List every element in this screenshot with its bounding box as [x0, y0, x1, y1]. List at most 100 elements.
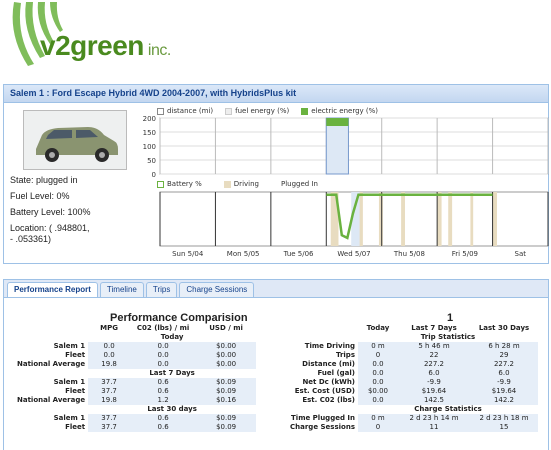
row-label: Time Driving — [304, 342, 355, 350]
charge-section-row: Charge Statistics — [280, 405, 538, 414]
driving-band — [470, 192, 474, 246]
cell-value: 0.6 — [130, 378, 197, 387]
perf-header-usd: USD / mi — [209, 324, 243, 332]
driving-band — [492, 192, 498, 246]
cell-value: $0.00 — [196, 351, 257, 360]
tab-performance-report[interactable]: Performance Report — [7, 282, 98, 297]
cell-value: 142.5 — [398, 396, 470, 405]
perf-table-row: Salem 1 37.7 0.6 $0.09 — [14, 414, 257, 423]
suv-image — [24, 111, 126, 169]
cell-value: 37.7 — [88, 387, 131, 396]
location-text: Location: ( .948801, - .053361) — [10, 223, 140, 245]
vehicle-info: State: plugged in Fuel Level: 0% Battery… — [10, 175, 140, 251]
state-text: State: plugged in — [10, 175, 78, 185]
bar-y-tick: 200 — [143, 115, 156, 123]
cell-value: 6.0 — [398, 369, 470, 378]
row-label: Est. C02 (lbs) — [302, 396, 355, 404]
section-label: Trip Statistics — [420, 333, 476, 341]
driving-band — [448, 192, 453, 246]
perf-section-row: Last 7 Days — [14, 369, 256, 378]
perf-header-mpg: MPG — [100, 324, 119, 332]
cell-value: 37.7 — [88, 414, 131, 423]
cell-value: $19.64 — [470, 387, 538, 396]
row-label: Net Dc (kWh) — [302, 378, 355, 386]
bar-y-tick: 0 — [152, 171, 156, 179]
trip-header-7days: Last 7 Days — [411, 324, 457, 332]
cell-value: 6.0 — [470, 369, 538, 378]
cell-value: 0.6 — [130, 414, 197, 423]
perf-header-row: MPG C02 (lbs) / mi USD / mi — [14, 324, 256, 333]
location-line1: Location: ( .948801, — [10, 223, 90, 233]
x-axis-label: Sat — [515, 250, 527, 258]
cell-value: 0.0 — [130, 342, 197, 351]
x-axis-label: Tue 5/06 — [283, 250, 314, 258]
cell-value: 19.8 — [88, 360, 131, 369]
cell-value: $19.64 — [398, 387, 470, 396]
fuel-level-text: Fuel Level: 0% — [10, 191, 70, 201]
bar-y-tick: 150 — [143, 129, 156, 137]
trip-table-row: Trips 0 22 29 — [280, 351, 538, 360]
cell-value: $0.09 — [196, 387, 257, 396]
cell-value: 29 — [470, 351, 538, 360]
perf-table-row: National Average 19.8 1.2 $0.16 — [14, 396, 257, 405]
cell-value: 227.2 — [470, 360, 538, 369]
cell-value: 0.6 — [130, 423, 197, 432]
perf-section-row: Last 30 days — [14, 405, 256, 414]
x-axis-label: Sun 5/04 — [172, 250, 204, 258]
page: v2green inc. Salem 1 : Ford Escape Hybrid… — [0, 0, 551, 450]
tab-timeline[interactable]: Timeline — [99, 282, 144, 297]
report-tabs: Performance Report Timeline Trips Charge… — [4, 280, 548, 298]
perf-table-row: Salem 1 0.0 0.0 $0.00 — [14, 342, 257, 351]
vehicle-photo — [23, 110, 127, 170]
perf-section-row: Today — [14, 333, 256, 342]
cell-value: $0.16 — [196, 396, 257, 405]
cell-value: $0.00 — [196, 342, 257, 351]
energy-bar-chart: 200 150 100 50 0 — [143, 115, 549, 179]
tab-charge-sessions[interactable]: Charge Sessions — [179, 282, 255, 297]
logo[interactable]: v2green inc. — [0, 0, 551, 80]
trip-header-today: Today — [366, 324, 390, 332]
perf-table-row: Fleet 0.0 0.0 $0.00 — [14, 351, 257, 360]
logo-brand-text: v2green — [40, 30, 144, 61]
trip-number: 1 — [447, 312, 454, 324]
section-label: Last 30 days — [147, 405, 197, 413]
perf-table-row: Salem 1 37.7 0.6 $0.09 — [14, 378, 257, 387]
vehicle-title: Salem 1 : Ford Escape Hybrid 4WD 2004-20… — [4, 85, 548, 103]
bar-y-tick: 50 — [147, 157, 156, 165]
tab-trips[interactable]: Trips — [145, 282, 178, 297]
cell-value: $0.00 — [358, 387, 398, 396]
row-label: National Average — [17, 360, 86, 368]
trip-table-row: Distance (mi) 0.0 227.2 227.2 — [280, 360, 538, 369]
perf-header-co2: C02 (lbs) / mi — [136, 324, 190, 332]
cell-value: $0.09 — [196, 378, 257, 387]
cell-value: 0 — [358, 351, 398, 360]
perf-table-row: Fleet 37.7 0.6 $0.09 — [14, 387, 257, 396]
row-label: Time Plugged In — [291, 414, 355, 422]
section-label: Last 7 Days — [149, 369, 195, 377]
driving-band — [401, 192, 405, 246]
performance-table: MPG C02 (lbs) / mi USD / mi Today Salem 1… — [14, 324, 257, 432]
performance-panel: Performance Report Timeline Trips Charge… — [3, 279, 549, 450]
row-label: Fleet — [65, 423, 86, 431]
driving-band — [378, 192, 383, 246]
trip-header-row: Today Last 7 Days Last 30 Days — [280, 324, 538, 333]
cell-value: 37.7 — [88, 378, 131, 387]
row-label: Trips — [335, 351, 355, 359]
logo-suffix: inc. — [147, 42, 171, 59]
cell-value: 2 d 23 h 18 m — [470, 414, 538, 423]
x-axis-label: Fri 5/09 — [452, 250, 478, 258]
section-label: Charge Statistics — [414, 405, 482, 413]
location-line2: - .053361) — [10, 234, 52, 244]
logo-brand: v2green inc. — [40, 30, 171, 62]
cell-value: 1.2 — [130, 396, 197, 405]
performance-title: Performance Comparision — [110, 312, 248, 324]
cell-value: 0.0 — [130, 360, 197, 369]
row-label: Fuel (gal) — [317, 369, 355, 377]
trip-table-row: Est. C02 (lbs) 0.0 142.5 142.2 — [280, 396, 538, 405]
perf-table-row: National Average 19.8 0.0 $0.00 — [14, 360, 257, 369]
cell-value: $0.09 — [196, 423, 257, 432]
row-label: Fleet — [65, 351, 86, 359]
cell-value: 0 m — [358, 414, 398, 423]
cell-value: 0.0 — [88, 351, 131, 360]
vehicle-charts: 200 150 100 50 0 Sun 5/04 Mon 5/05 Tue 5/06 Wed… — [143, 115, 549, 258]
